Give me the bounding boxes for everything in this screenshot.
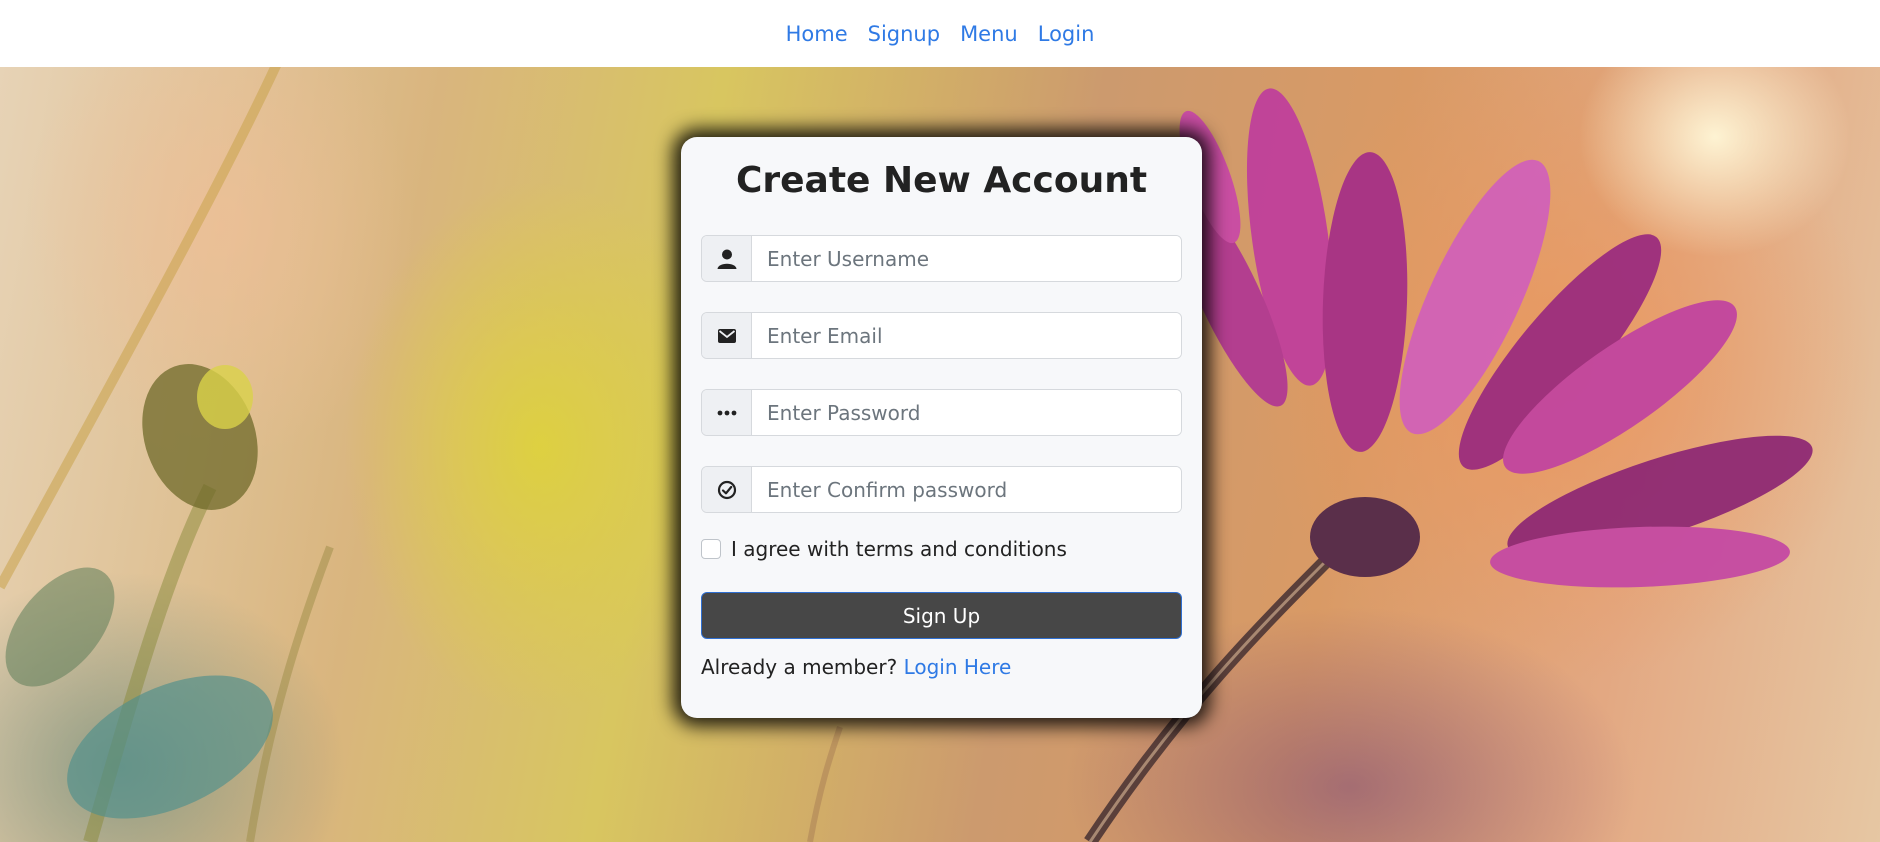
terms-agreement: I agree with terms and conditions xyxy=(701,537,1182,561)
username-input[interactable] xyxy=(752,236,1181,281)
confirm-password-input[interactable] xyxy=(752,467,1181,512)
nav-link-signup[interactable]: Signup xyxy=(868,22,940,46)
email-input[interactable] xyxy=(752,313,1181,358)
user-icon xyxy=(702,236,752,281)
confirm-password-field xyxy=(701,466,1182,513)
terms-checkbox[interactable] xyxy=(701,539,721,559)
nav-link-menu[interactable]: Menu xyxy=(960,22,1018,46)
member-text: Already a member? xyxy=(701,655,898,679)
login-here-link[interactable]: Login Here xyxy=(904,655,1012,679)
signup-card: Create New Account I agree with terms an… xyxy=(681,137,1202,718)
envelope-icon xyxy=(702,313,752,358)
nav-link-home[interactable]: Home xyxy=(786,22,848,46)
password-input[interactable] xyxy=(752,390,1181,435)
email-field xyxy=(701,312,1182,359)
check-circle-icon xyxy=(702,467,752,512)
page-title: Create New Account xyxy=(735,160,1148,201)
sign-up-button[interactable]: Sign Up xyxy=(701,592,1182,639)
login-prompt: Already a member? Login Here xyxy=(701,655,1182,679)
top-nav: Home Signup Menu Login xyxy=(0,0,1880,67)
password-dots-icon xyxy=(702,390,752,435)
nav-link-login[interactable]: Login xyxy=(1038,22,1095,46)
password-field xyxy=(701,389,1182,436)
username-field xyxy=(701,235,1182,282)
terms-label[interactable]: I agree with terms and conditions xyxy=(731,537,1067,561)
